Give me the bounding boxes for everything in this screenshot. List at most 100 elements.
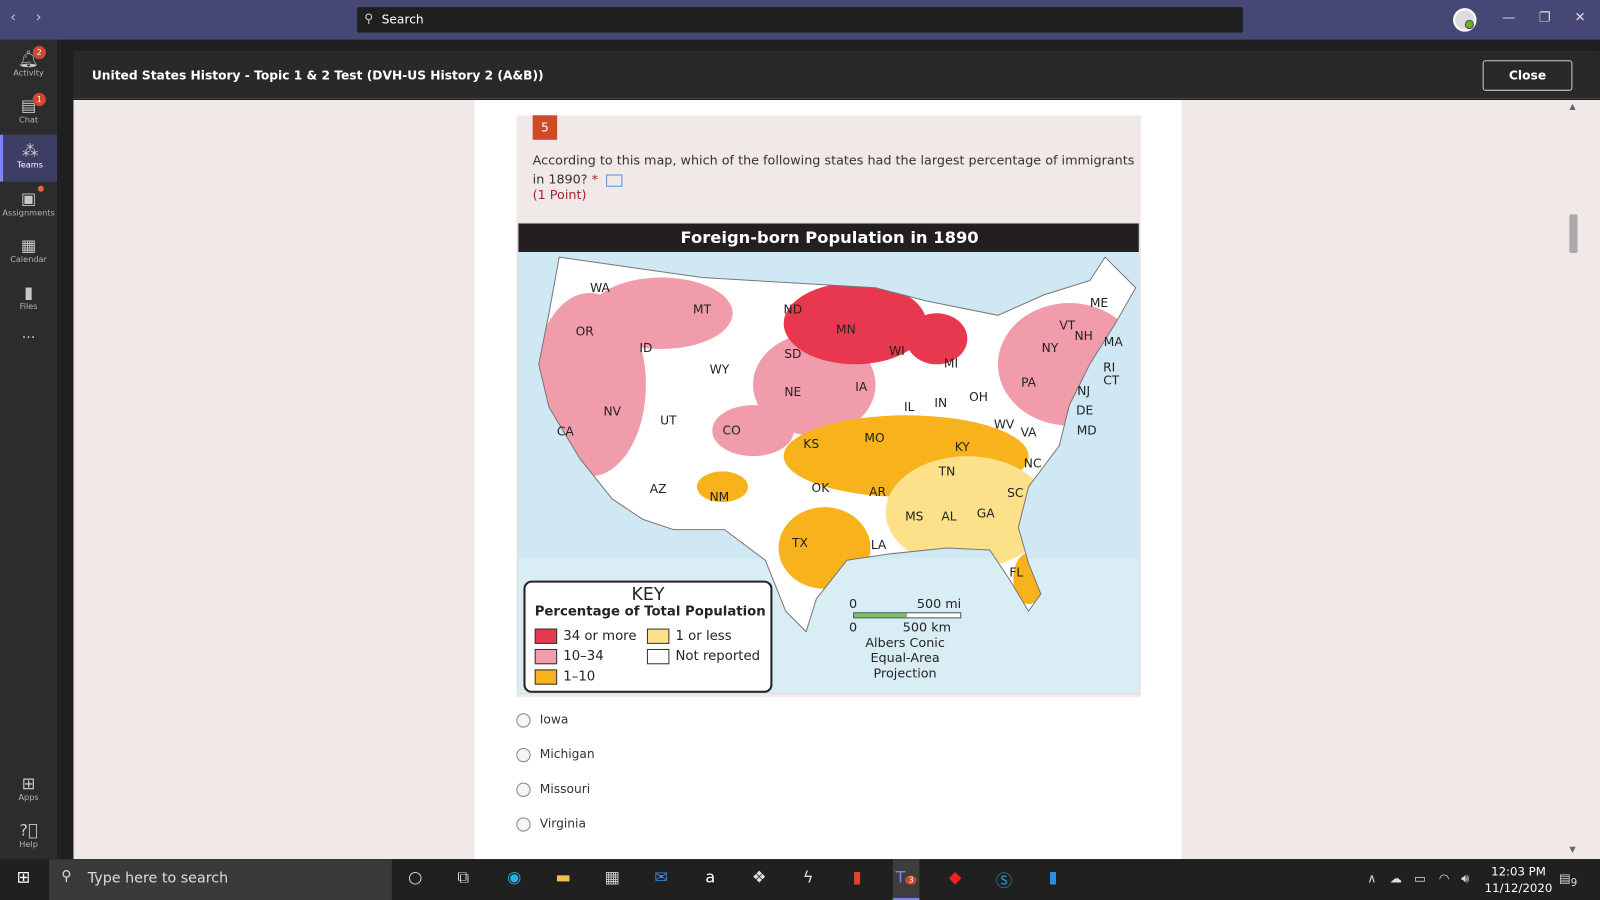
rail-label: Files (19, 302, 38, 312)
rail-chat[interactable]: ▤ Chat 1 (0, 90, 57, 137)
rail-activity[interactable]: 🔔︎ Activity 2 (0, 43, 57, 90)
option-missouri[interactable]: Missouri (516, 782, 590, 797)
scroll-up-icon[interactable]: ▲ (1569, 102, 1575, 111)
state-label: KY (954, 439, 970, 455)
cortana-icon[interactable]: ○ (402, 867, 429, 891)
rail-assignments[interactable]: ▣ Assignments (0, 183, 57, 230)
battery-icon[interactable]: ▭ (1414, 871, 1426, 885)
state-label: AR (869, 484, 886, 499)
teams-badge: 3 (905, 875, 917, 885)
store-icon[interactable]: ▦ (599, 867, 626, 891)
task-view-icon[interactable]: ⧉ (450, 867, 477, 891)
edge-icon[interactable]: ◉ (501, 867, 528, 891)
teams-taskbar-icon[interactable]: T3 (892, 859, 920, 900)
rail-files[interactable]: ▮ Files (0, 277, 57, 324)
state-label: NC (1023, 456, 1042, 471)
rail-help[interactable]: ?⃝ Help (0, 814, 57, 861)
windows-start-icon[interactable]: ⊞ (10, 867, 37, 891)
state-label: WV (993, 417, 1015, 432)
mail-icon[interactable]: ✉ (648, 867, 675, 891)
search-input[interactable]: ⚲ Search (357, 7, 1243, 33)
restore-button[interactable]: ❐ (1539, 10, 1551, 25)
state-label: LA (870, 537, 887, 553)
option-virginia[interactable]: Virginia (516, 816, 586, 832)
state-label: VA (1020, 425, 1037, 440)
swatch-10-34 (534, 648, 558, 665)
search-placeholder: Search (381, 12, 424, 27)
avatar[interactable] (1453, 8, 1477, 32)
state-label: OK (811, 480, 830, 495)
vertical-scrollbar[interactable]: ▲ ▼ (1566, 100, 1581, 859)
scale-mi: 500 mi (916, 595, 962, 612)
rail-label: Assignments (2, 208, 55, 218)
state-label: CT (1103, 373, 1120, 388)
scroll-thumb[interactable] (1569, 214, 1578, 254)
key-item: 1–10 (534, 669, 595, 685)
back-button[interactable]: ‹ (10, 9, 16, 25)
notifications-icon[interactable]: ▤9 (1559, 871, 1577, 889)
page-title: United States History - Topic 1 & 2 Test… (91, 68, 544, 83)
option-iowa[interactable]: Iowa (516, 712, 569, 728)
state-label: TX (792, 535, 808, 550)
key-label: 10–34 (563, 648, 604, 665)
state-label: SD (784, 346, 802, 362)
option-label: Iowa (539, 712, 569, 727)
roblox-icon[interactable]: ◆ (942, 867, 969, 891)
activity-badge: 2 (32, 45, 46, 60)
state-label: ME (1089, 295, 1109, 311)
state-label: FL (1009, 565, 1024, 580)
app-icon[interactable]: ϟ (795, 867, 822, 891)
wifi-icon[interactable]: ◠ (1439, 871, 1450, 885)
show-hidden-icons[interactable]: ∧ (1367, 871, 1376, 885)
option-label: Virginia (539, 816, 586, 831)
key-item: 10–34 (534, 648, 604, 665)
dropbox-icon[interactable]: ❖ (746, 867, 773, 891)
radio-button[interactable] (516, 712, 531, 728)
map-key: KEY Percentage of Total Population 34 or… (523, 580, 773, 693)
state-label: MD (1076, 423, 1097, 438)
map-title: Foreign-born Population in 1890 (518, 223, 1139, 253)
required-mark: * (591, 171, 599, 187)
taskbar-search[interactable]: ⚲ Type here to search (48, 859, 392, 900)
radio-button[interactable] (516, 782, 531, 797)
immersive-reader-icon[interactable] (606, 173, 623, 187)
backpack-icon: ▣ (20, 188, 37, 209)
rail-calendar[interactable]: ▦ Calendar (0, 230, 57, 277)
skype-icon[interactable]: Ⓢ (991, 867, 1018, 891)
rail-apps[interactable]: ⊞ Apps (0, 767, 57, 814)
document-icon[interactable]: ▮ (1040, 867, 1067, 891)
state-label: OR (575, 324, 594, 339)
minimize-button[interactable]: — (1502, 10, 1515, 25)
volume-icon[interactable]: 🔊︎ (1461, 871, 1469, 886)
rail-label: Chat (19, 115, 39, 125)
office-icon[interactable]: ▮ (844, 867, 871, 891)
close-button[interactable]: Close (1482, 60, 1573, 91)
clock[interactable]: 12:03 PM 11/12/2020 (1485, 863, 1553, 896)
more-apps-button[interactable]: ... (0, 326, 57, 373)
option-michigan[interactable]: Michigan (516, 746, 595, 762)
amazon-icon[interactable]: a (697, 867, 724, 891)
scale-km: 500 km (902, 619, 952, 635)
question-points: (1 Point) (532, 186, 587, 203)
radio-button[interactable] (516, 747, 531, 762)
scale-bar (853, 612, 962, 619)
radio-button[interactable] (516, 816, 531, 832)
forward-button[interactable]: › (36, 9, 42, 25)
close-window-button[interactable]: ✕ (1574, 10, 1585, 25)
state-label: VT (1059, 318, 1076, 333)
state-label: UT (660, 413, 677, 428)
state-label: ND (783, 302, 803, 317)
key-label: 34 or more (563, 628, 637, 644)
key-title: KEY (631, 584, 665, 606)
file-explorer-icon[interactable]: ▬ (550, 867, 577, 891)
scroll-down-icon[interactable]: ▼ (1569, 845, 1575, 854)
state-label: GA (976, 506, 995, 521)
rail-teams[interactable]: ⁂ Teams (0, 134, 58, 182)
rail-label: Teams (17, 160, 44, 170)
date: 11/12/2020 (1484, 880, 1553, 895)
swatch-not-reported (646, 648, 670, 665)
onedrive-icon[interactable]: ☁ (1390, 871, 1402, 885)
taskbar-search-placeholder: Type here to search (87, 870, 229, 887)
option-label: Michigan (539, 746, 595, 762)
bell-icon: 🔔︎ (18, 48, 39, 69)
